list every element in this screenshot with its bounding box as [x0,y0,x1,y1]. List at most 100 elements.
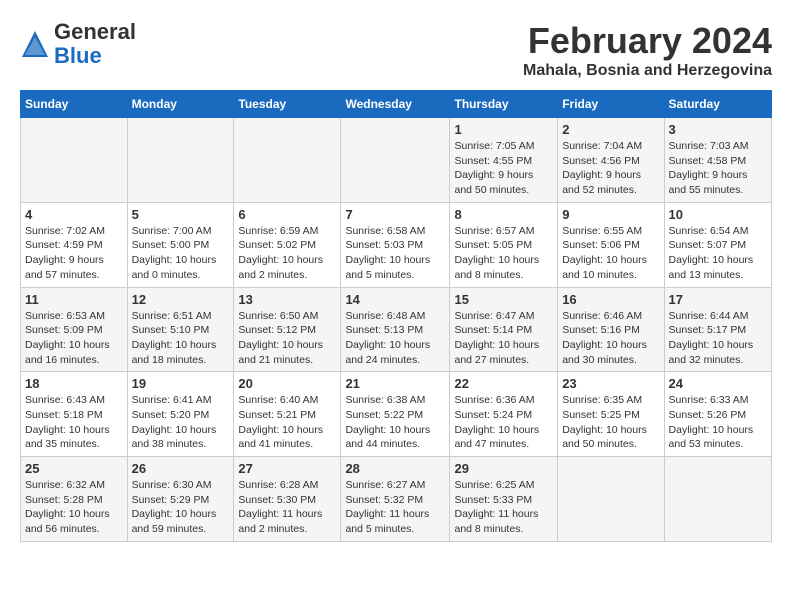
header-row: SundayMondayTuesdayWednesdayThursdayFrid… [21,91,772,118]
calendar-cell: 24 Sunrise: 6:33 AM Sunset: 5:26 PM Dayli… [664,372,771,457]
day-number: 6 [238,207,336,222]
header-day: Sunday [21,91,128,118]
calendar-cell: 18 Sunrise: 6:43 AM Sunset: 5:18 PM Dayli… [21,372,128,457]
logo-text: General Blue [54,20,136,68]
calendar-cell: 2 Sunrise: 7:04 AM Sunset: 4:56 PM Daylig… [558,118,664,203]
calendar-cell: 16 Sunrise: 6:46 AM Sunset: 5:16 PM Dayli… [558,287,664,372]
calendar-cell: 11 Sunrise: 6:53 AM Sunset: 5:09 PM Dayli… [21,287,128,372]
logo-blue: Blue [54,43,102,68]
day-info: Sunrise: 6:30 AM Sunset: 5:29 PM Dayligh… [132,478,230,537]
day-info: Sunrise: 6:38 AM Sunset: 5:22 PM Dayligh… [345,393,445,452]
calendar-cell [127,118,234,203]
calendar-cell: 17 Sunrise: 6:44 AM Sunset: 5:17 PM Dayli… [664,287,771,372]
day-number: 19 [132,376,230,391]
calendar-header: SundayMondayTuesdayWednesdayThursdayFrid… [21,91,772,118]
day-info: Sunrise: 6:50 AM Sunset: 5:12 PM Dayligh… [238,309,336,368]
day-info: Sunrise: 6:28 AM Sunset: 5:30 PM Dayligh… [238,478,336,537]
day-info: Sunrise: 6:40 AM Sunset: 5:21 PM Dayligh… [238,393,336,452]
calendar-cell [664,457,771,542]
calendar-cell [558,457,664,542]
day-number: 29 [454,461,553,476]
month-title: February 2024 [523,20,772,62]
calendar-cell: 15 Sunrise: 6:47 AM Sunset: 5:14 PM Dayli… [450,287,558,372]
day-info: Sunrise: 6:59 AM Sunset: 5:02 PM Dayligh… [238,224,336,283]
header-day: Thursday [450,91,558,118]
day-info: Sunrise: 6:36 AM Sunset: 5:24 PM Dayligh… [454,393,553,452]
day-number: 27 [238,461,336,476]
logo: General Blue [20,20,136,68]
calendar-cell: 6 Sunrise: 6:59 AM Sunset: 5:02 PM Daylig… [234,202,341,287]
day-info: Sunrise: 6:55 AM Sunset: 5:06 PM Dayligh… [562,224,659,283]
day-number: 7 [345,207,445,222]
day-info: Sunrise: 7:04 AM Sunset: 4:56 PM Dayligh… [562,139,659,198]
week-row: 4Sunrise: 7:02 AM Sunset: 4:59 PM Daylig… [21,202,772,287]
day-number: 11 [25,292,123,307]
calendar-cell: 19Sunrise: 6:41 AM Sunset: 5:20 PM Dayli… [127,372,234,457]
calendar-cell: 25Sunrise: 6:32 AM Sunset: 5:28 PM Dayli… [21,457,128,542]
day-info: Sunrise: 6:32 AM Sunset: 5:28 PM Dayligh… [25,478,123,537]
day-number: 26 [132,461,230,476]
page-header: General Blue February 2024 Mahala, Bosni… [20,20,772,80]
calendar-cell: 12 Sunrise: 6:51 AM Sunset: 5:10 PM Dayli… [127,287,234,372]
calendar-cell: 21 Sunrise: 6:38 AM Sunset: 5:22 PM Dayli… [341,372,450,457]
calendar-cell: 27 Sunrise: 6:28 AM Sunset: 5:30 PM Dayli… [234,457,341,542]
calendar-cell [341,118,450,203]
calendar-cell: 9 Sunrise: 6:55 AM Sunset: 5:06 PM Daylig… [558,202,664,287]
day-info: Sunrise: 6:46 AM Sunset: 5:16 PM Dayligh… [562,309,659,368]
calendar-cell: 1 Sunrise: 7:05 AM Sunset: 4:55 PM Daylig… [450,118,558,203]
day-info: Sunrise: 6:27 AM Sunset: 5:32 PM Dayligh… [345,478,445,537]
location-title: Mahala, Bosnia and Herzegovina [523,62,772,80]
day-number: 15 [454,292,553,307]
day-number: 1 [454,122,553,137]
title-block: February 2024 Mahala, Bosnia and Herzego… [523,20,772,80]
day-info: Sunrise: 6:51 AM Sunset: 5:10 PM Dayligh… [132,309,230,368]
calendar-cell: 20 Sunrise: 6:40 AM Sunset: 5:21 PM Dayli… [234,372,341,457]
day-number: 16 [562,292,659,307]
logo-general: General [54,19,136,44]
calendar-cell: 10Sunrise: 6:54 AM Sunset: 5:07 PM Dayli… [664,202,771,287]
day-info: Sunrise: 6:44 AM Sunset: 5:17 PM Dayligh… [669,309,767,368]
day-info: Sunrise: 6:57 AM Sunset: 5:05 PM Dayligh… [454,224,553,283]
calendar-cell: 28Sunrise: 6:27 AM Sunset: 5:32 PM Dayli… [341,457,450,542]
calendar-cell: 29 Sunrise: 6:25 AM Sunset: 5:33 PM Dayli… [450,457,558,542]
calendar-cell [234,118,341,203]
calendar-table: SundayMondayTuesdayWednesdayThursdayFrid… [20,90,772,542]
day-info: Sunrise: 6:33 AM Sunset: 5:26 PM Dayligh… [669,393,767,452]
day-number: 10 [669,207,767,222]
day-info: Sunrise: 7:03 AM Sunset: 4:58 PM Dayligh… [669,139,767,198]
day-info: Sunrise: 7:02 AM Sunset: 4:59 PM Dayligh… [25,224,123,283]
day-number: 9 [562,207,659,222]
day-info: Sunrise: 6:43 AM Sunset: 5:18 PM Dayligh… [25,393,123,452]
week-row: 11 Sunrise: 6:53 AM Sunset: 5:09 PM Dayli… [21,287,772,372]
day-number: 20 [238,376,336,391]
calendar-cell: 3Sunrise: 7:03 AM Sunset: 4:58 PM Daylig… [664,118,771,203]
week-row: 1 Sunrise: 7:05 AM Sunset: 4:55 PM Daylig… [21,118,772,203]
day-info: Sunrise: 6:53 AM Sunset: 5:09 PM Dayligh… [25,309,123,368]
header-day: Tuesday [234,91,341,118]
day-info: Sunrise: 6:47 AM Sunset: 5:14 PM Dayligh… [454,309,553,368]
day-info: Sunrise: 6:25 AM Sunset: 5:33 PM Dayligh… [454,478,553,537]
day-number: 2 [562,122,659,137]
day-number: 12 [132,292,230,307]
day-number: 14 [345,292,445,307]
day-number: 18 [25,376,123,391]
day-info: Sunrise: 6:35 AM Sunset: 5:25 PM Dayligh… [562,393,659,452]
day-number: 5 [132,207,230,222]
calendar-body: 1 Sunrise: 7:05 AM Sunset: 4:55 PM Daylig… [21,118,772,542]
day-number: 24 [669,376,767,391]
calendar-cell: 4Sunrise: 7:02 AM Sunset: 4:59 PM Daylig… [21,202,128,287]
header-day: Friday [558,91,664,118]
calendar-cell: 13Sunrise: 6:50 AM Sunset: 5:12 PM Dayli… [234,287,341,372]
calendar-cell: 5Sunrise: 7:00 AM Sunset: 5:00 PM Daylig… [127,202,234,287]
day-number: 22 [454,376,553,391]
day-info: Sunrise: 7:05 AM Sunset: 4:55 PM Dayligh… [454,139,553,198]
calendar-cell: 22 Sunrise: 6:36 AM Sunset: 5:24 PM Dayli… [450,372,558,457]
logo-icon [20,29,50,59]
day-number: 21 [345,376,445,391]
header-day: Wednesday [341,91,450,118]
header-day: Saturday [664,91,771,118]
day-number: 8 [454,207,553,222]
day-number: 17 [669,292,767,307]
header-day: Monday [127,91,234,118]
calendar-cell [21,118,128,203]
